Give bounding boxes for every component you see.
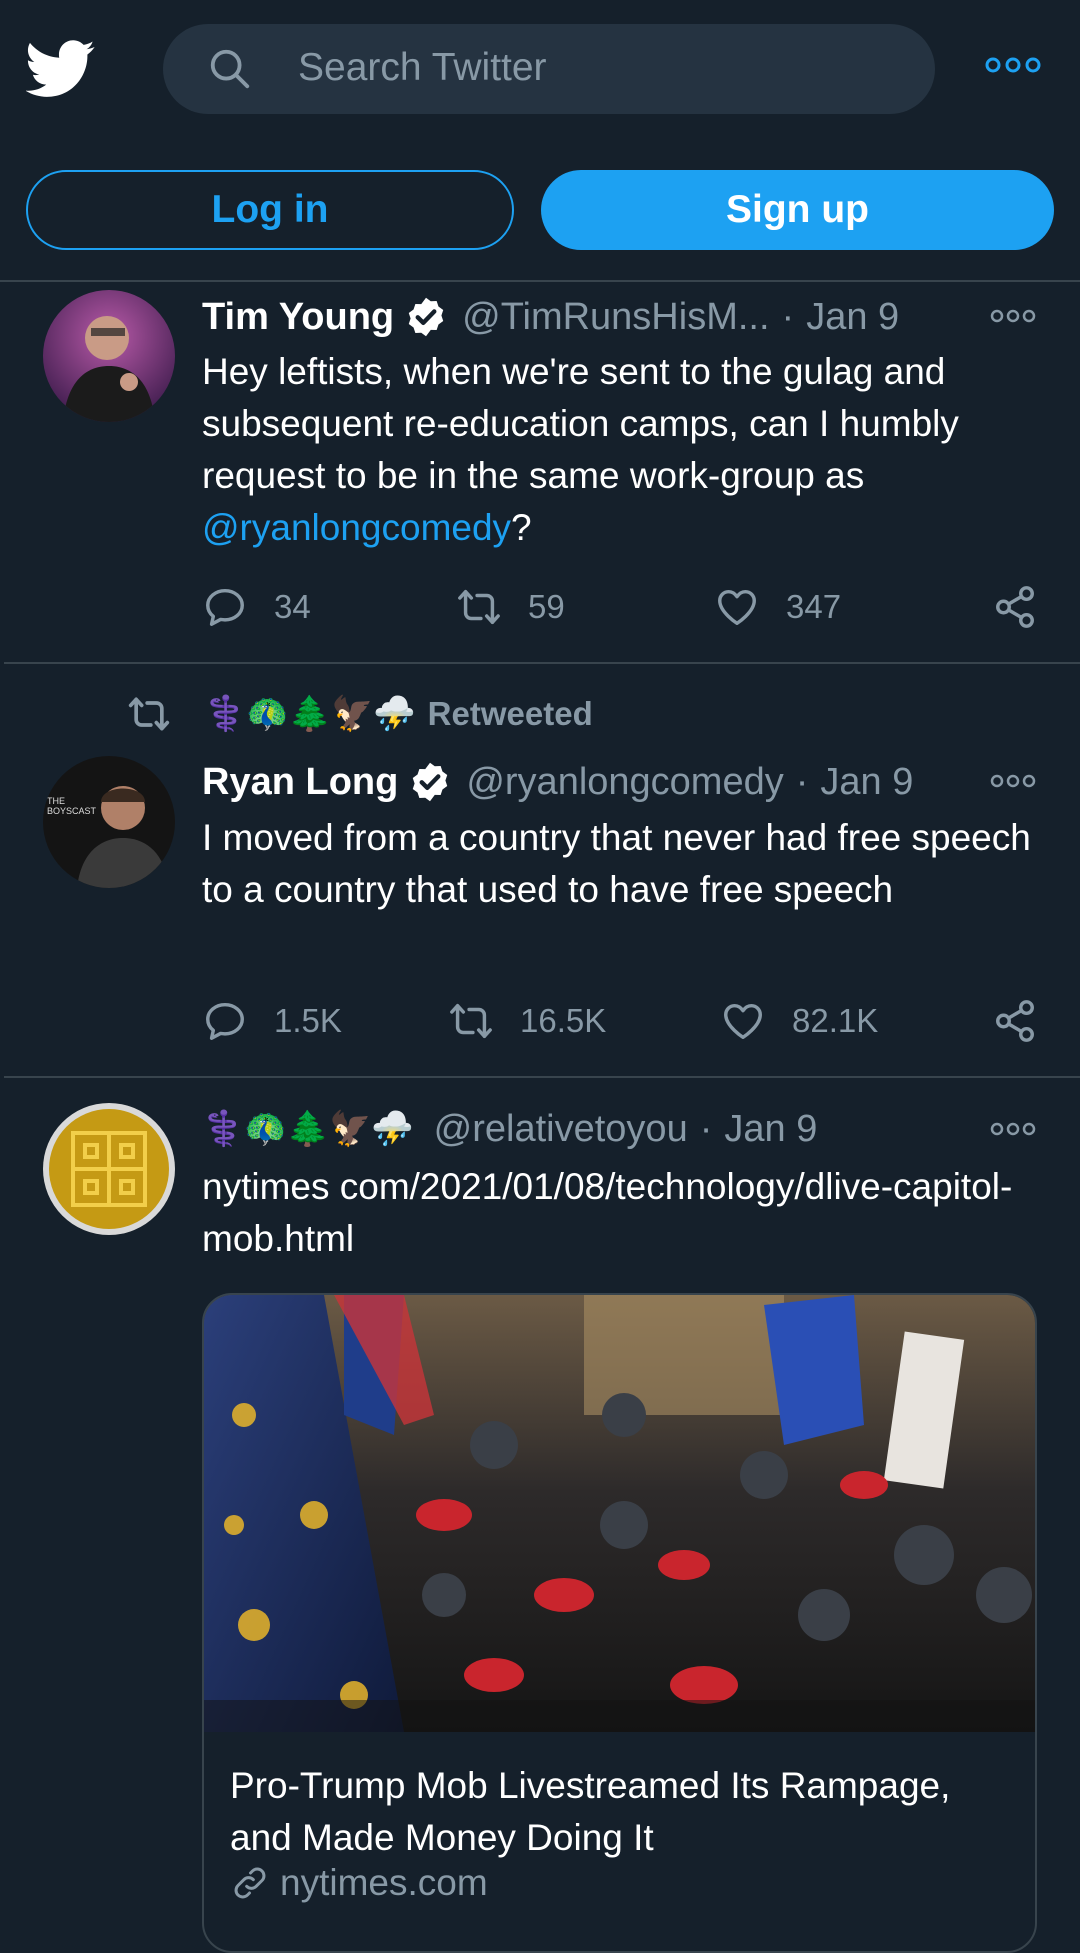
like-count: 347: [786, 588, 842, 625]
retweet-count: 59: [528, 588, 565, 625]
tweet-text: Hey leftists, when we're sent to the gul…: [202, 346, 1042, 554]
like-icon: [718, 589, 756, 626]
display-name[interactable]: ⚕️🦚🌲🦅⛈️: [202, 1109, 414, 1149]
card-title[interactable]: Pro-Trump Mob Livestreamed Its Rampage, …: [230, 1760, 1020, 1864]
separator-dot: ·: [781, 295, 795, 338]
tweet-header: Tim Young @TimRunsHisM... · Jan 9: [202, 291, 899, 343]
reply-button[interactable]: 1.5K: [202, 998, 342, 1044]
like-button[interactable]: 347: [714, 584, 841, 630]
tweet-text: I moved from a country that never had fr…: [202, 817, 1031, 910]
search-icon: [210, 49, 250, 89]
link-icon: [234, 1867, 266, 1899]
more-icon[interactable]: [985, 55, 1041, 75]
display-name[interactable]: Ryan Long: [202, 761, 398, 804]
card-image[interactable]: [204, 1295, 1037, 1732]
display-name[interactable]: Tim Young: [202, 296, 394, 339]
signup-button[interactable]: Sign up: [541, 170, 1054, 250]
divider: [0, 280, 1080, 282]
separator-dot: ·: [699, 1107, 713, 1150]
card-domain-text: nytimes.com: [280, 1862, 488, 1903]
reply-button[interactable]: 34: [202, 584, 311, 630]
username[interactable]: @ryanlongcomedy: [466, 761, 783, 804]
divider: [4, 662, 1080, 664]
username[interactable]: @relativetoyou: [434, 1108, 688, 1151]
username[interactable]: @TimRunsHisM...: [462, 296, 769, 339]
more-icon[interactable]: [990, 1121, 1036, 1137]
reply-icon: [206, 1002, 244, 1040]
retweet-icon: [450, 1003, 492, 1039]
reply-icon: [206, 588, 244, 626]
retweet-context: ⚕️🦚🌲🦅⛈️ Retweeted: [124, 689, 593, 739]
retweet-button[interactable]: 59: [456, 584, 565, 630]
share-icon[interactable]: [992, 998, 1038, 1044]
more-icon[interactable]: [990, 773, 1036, 789]
tweet-date[interactable]: Jan 9: [806, 296, 899, 339]
reply-count: 1.5K: [274, 1002, 342, 1039]
tweet-date[interactable]: Jan 9: [724, 1108, 817, 1151]
like-count: 82.1K: [792, 1002, 879, 1039]
retweet-icon: [458, 589, 500, 625]
retweeted-label: Retweeted: [427, 695, 593, 732]
tweet-date[interactable]: Jan 9: [820, 761, 913, 804]
search-bar[interactable]: Search Twitter: [163, 24, 935, 114]
avatar[interactable]: THE BOYSCAST: [43, 756, 175, 888]
retweet-icon: [128, 697, 170, 731]
share-icon[interactable]: [992, 584, 1038, 630]
link-card[interactable]: Pro-Trump Mob Livestreamed Its Rampage, …: [202, 1293, 1037, 1953]
tweet-actions: 34 59 347: [202, 584, 1042, 634]
tweet-header: Ryan Long @ryanlongcomedy · Jan 9: [202, 756, 913, 808]
like-button[interactable]: 82.1K: [720, 998, 878, 1044]
tweet-text: nytimes com/2021/01/08/technology/dlive-…: [202, 1166, 1013, 1259]
verified-icon: [408, 297, 444, 337]
top-bar: Search Twitter Log in Sign up: [0, 0, 1080, 280]
tweet-text-part: ?: [511, 507, 532, 548]
tweet-actions: 1.5K 16.5K 82.1K: [202, 998, 1042, 1048]
svg-text:THE: THE: [47, 796, 65, 806]
like-icon: [724, 1003, 762, 1040]
reply-count: 34: [274, 588, 311, 625]
svg-text:BOYSCAST: BOYSCAST: [47, 806, 97, 816]
retweet-button[interactable]: 16.5K: [448, 998, 606, 1044]
more-icon[interactable]: [990, 308, 1036, 324]
tweet-text-part: Hey leftists, when we're sent to the gul…: [202, 351, 959, 496]
login-button[interactable]: Log in: [26, 170, 514, 250]
twitter-logo-icon[interactable]: [26, 40, 96, 98]
avatar[interactable]: [43, 1103, 175, 1235]
retweet-count: 16.5K: [520, 1002, 607, 1039]
verified-icon: [413, 762, 448, 802]
separator-dot: ·: [795, 760, 809, 803]
card-domain[interactable]: nytimes.com: [230, 1862, 488, 1904]
search-input[interactable]: Search Twitter: [298, 46, 547, 90]
divider: [4, 1076, 1080, 1078]
retweeter-name[interactable]: ⚕️🦚🌲🦅⛈️: [204, 694, 416, 734]
tweet-header: ⚕️🦚🌲🦅⛈️ @relativetoyou · Jan 9: [202, 1103, 817, 1155]
avatar[interactable]: [43, 290, 175, 422]
mention-link[interactable]: @ryanlongcomedy: [202, 507, 511, 548]
